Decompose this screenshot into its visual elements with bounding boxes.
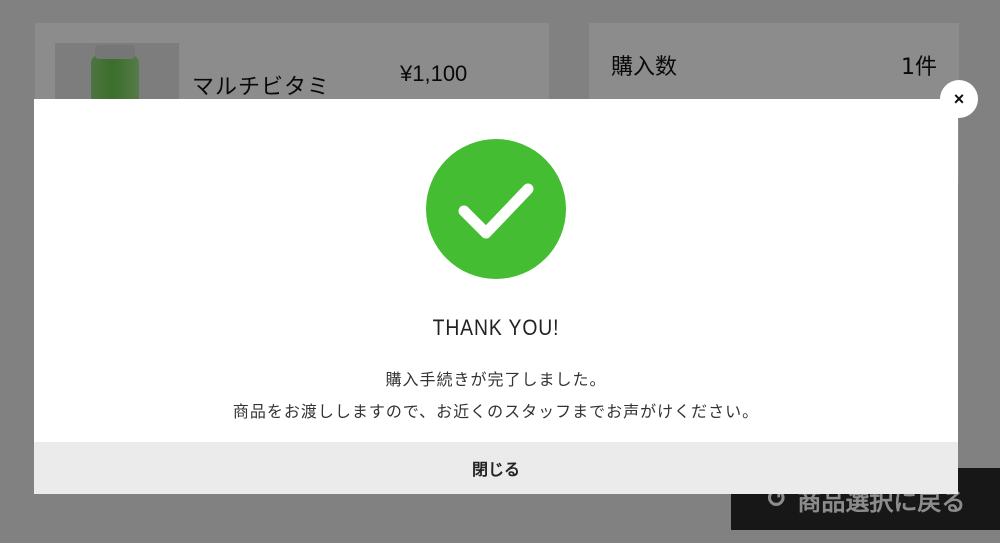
close-button-label: 閉じる	[471, 460, 520, 479]
dialog-message-line1: 購入手続きが完了しました。	[385, 370, 607, 389]
dialog-title: THANK YOU!	[432, 315, 560, 340]
purchase-complete-dialog: THANK YOU! 購入手続きが完了しました。 商品をお渡ししますので、お近く…	[34, 99, 958, 494]
dialog-message-line2: 商品をお渡ししますので、お近くのスタッフまでお声がけください。	[232, 402, 760, 421]
close-x-glyph: ×	[953, 88, 965, 109]
close-dialog-button[interactable]: 閉じる	[34, 442, 958, 494]
checkmark-icon	[426, 139, 566, 279]
close-icon[interactable]: ×	[940, 80, 978, 118]
